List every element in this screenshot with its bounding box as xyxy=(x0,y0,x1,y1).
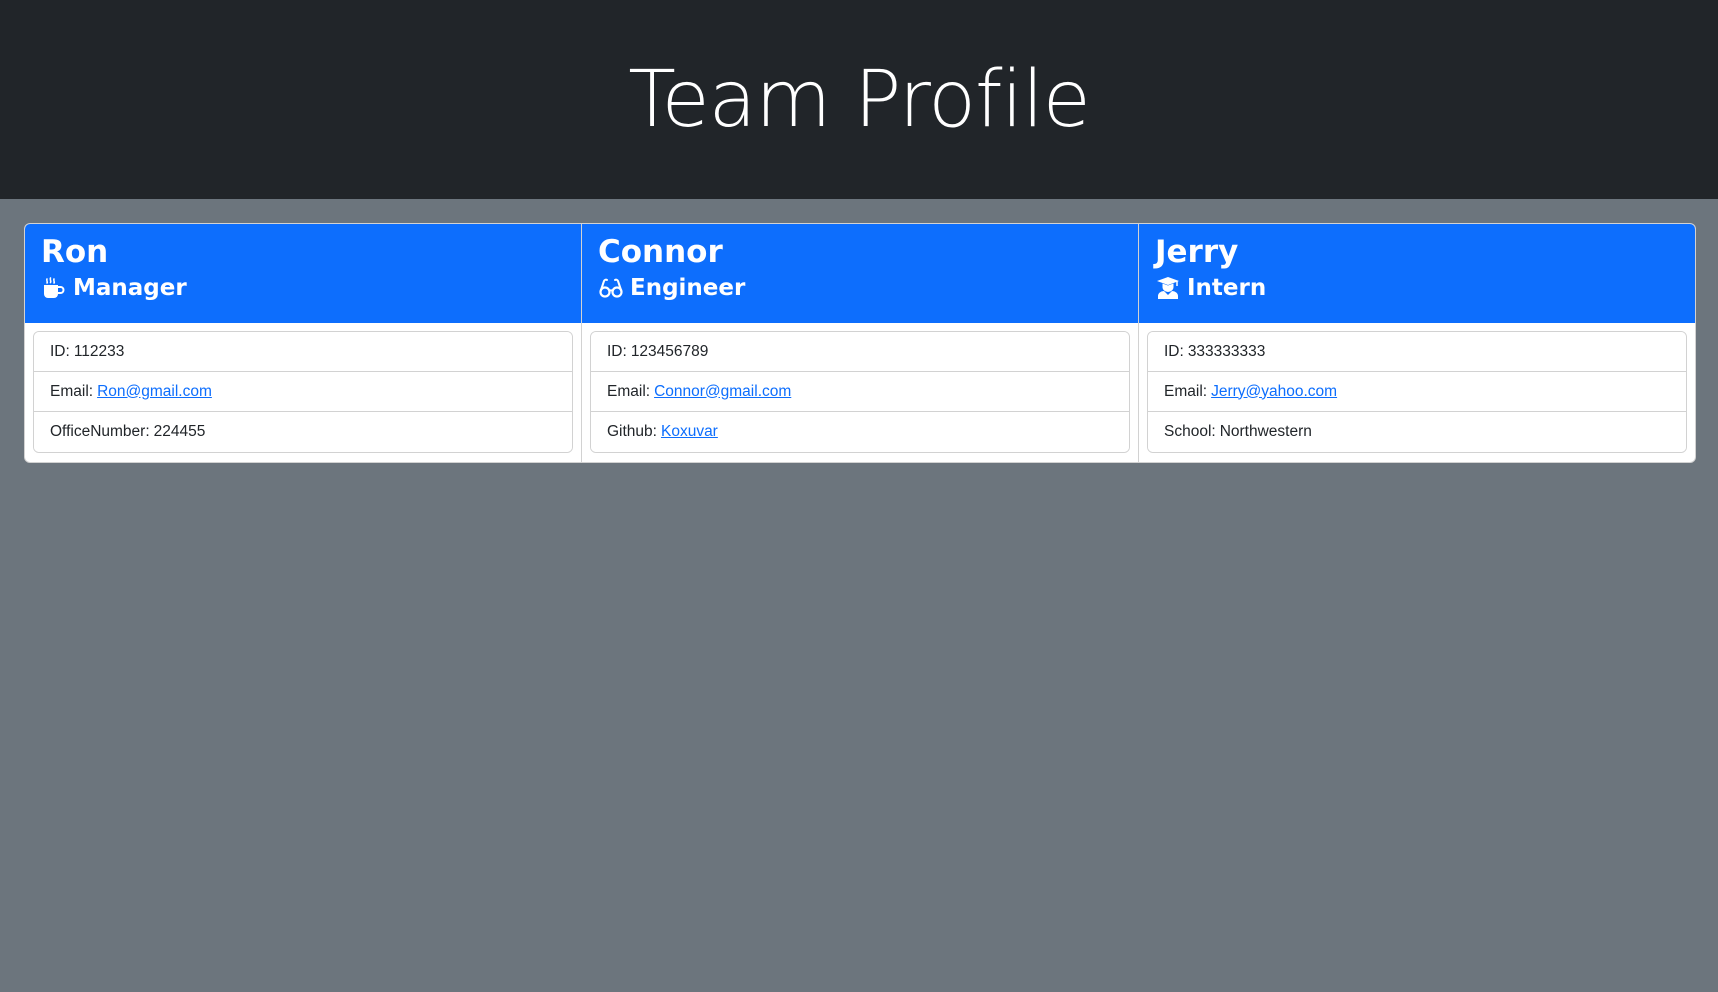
employee-id-item: ID: 333333333 xyxy=(1148,332,1686,372)
id-value: 333333333 xyxy=(1187,342,1266,360)
employee-details-list: ID: 333333333 Email: Jerry@yahoo.com Sch… xyxy=(1147,331,1687,453)
id-label: ID: xyxy=(1164,342,1184,360)
email-link[interactable]: Jerry@yahoo.com xyxy=(1211,383,1337,401)
school-item: School: Northwestern xyxy=(1148,412,1686,452)
school-value: Northwestern xyxy=(1219,423,1312,440)
page-title: Team Profile xyxy=(628,54,1090,145)
employee-name: Ron xyxy=(41,234,109,270)
glasses-icon xyxy=(598,275,624,301)
employee-card-intern: Jerry Intern ID: 333333333 Email: Jerry@… xyxy=(1139,224,1695,462)
mug-hot-icon xyxy=(41,275,67,301)
employee-role-label: Manager xyxy=(73,275,187,302)
employee-id-item: ID: 123456789 xyxy=(591,332,1129,372)
id-label: ID: xyxy=(50,342,70,360)
card-header: Ron Manager xyxy=(25,224,581,323)
school-label: School: xyxy=(1164,423,1216,440)
card-body: ID: 112233 Email: Ron@gmail.com OfficeNu… xyxy=(25,323,581,462)
employee-email-item: Email: Ron@gmail.com xyxy=(34,372,572,412)
email-label: Email: xyxy=(1164,382,1208,400)
github-item: Github: Koxuvar xyxy=(591,412,1129,452)
office-number-value: 224455 xyxy=(153,423,206,440)
office-number-item: OfficeNumber: 224455 xyxy=(34,412,572,452)
office-number-label: OfficeNumber: xyxy=(50,423,150,440)
employee-role: Manager xyxy=(41,275,565,301)
card-body: ID: 123456789 Email: Connor@gmail.com Gi… xyxy=(582,323,1138,462)
employee-card-engineer: Connor Engineer ID: 123456789 Email: Con… xyxy=(582,224,1139,462)
employee-details-list: ID: 123456789 Email: Connor@gmail.com Gi… xyxy=(590,331,1130,453)
email-link[interactable]: Connor@gmail.com xyxy=(654,383,791,401)
employee-name: Connor xyxy=(598,234,723,270)
employee-details-list: ID: 112233 Email: Ron@gmail.com OfficeNu… xyxy=(33,331,573,453)
card-body: ID: 333333333 Email: Jerry@yahoo.com Sch… xyxy=(1139,323,1695,462)
id-value: 123456789 xyxy=(630,342,709,360)
id-value: 112233 xyxy=(73,342,125,360)
employee-email-item: Email: Jerry@yahoo.com xyxy=(1148,372,1686,412)
employee-name: Jerry xyxy=(1155,234,1239,270)
user-graduate-icon xyxy=(1155,275,1181,301)
employee-email-item: Email: Connor@gmail.com xyxy=(591,372,1129,412)
page-header: Team Profile xyxy=(0,0,1718,199)
employee-role-label: Intern xyxy=(1187,275,1267,302)
email-link[interactable]: Ron@gmail.com xyxy=(97,383,212,401)
id-label: ID: xyxy=(607,342,627,360)
card-header: Jerry Intern xyxy=(1139,224,1695,323)
email-label: Email: xyxy=(50,382,94,400)
employee-role: Intern xyxy=(1155,275,1679,301)
github-label: Github: xyxy=(607,423,657,440)
employee-role-label: Engineer xyxy=(630,275,746,302)
github-link[interactable]: Koxuvar xyxy=(661,423,718,441)
employee-role: Engineer xyxy=(598,275,1122,301)
employee-card-manager: Ron Manager ID: 112233 Email: Ron@gmail.… xyxy=(25,224,582,462)
card-header: Connor Engineer xyxy=(582,224,1138,323)
team-card-group: Ron Manager ID: 112233 Email: Ron@gmail.… xyxy=(24,223,1696,463)
employee-id-item: ID: 112233 xyxy=(34,332,572,372)
email-label: Email: xyxy=(607,382,651,400)
